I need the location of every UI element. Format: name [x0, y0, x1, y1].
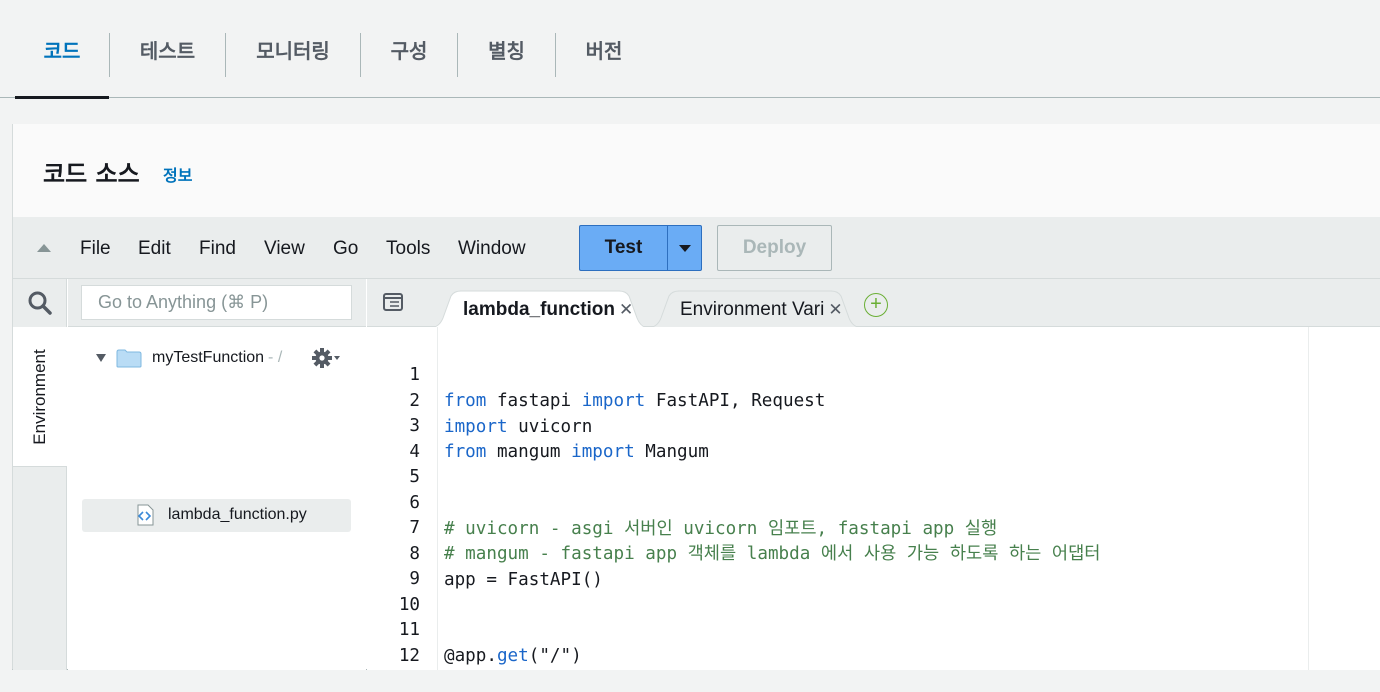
editor-tab-label: Environment Vari: [680, 298, 825, 320]
code-line: 10: [367, 566, 1380, 615]
tab-configuration[interactable]: 구성: [361, 0, 457, 98]
code-line: 12 async def root(request: Request):: [367, 617, 1380, 666]
collapse-up-icon[interactable]: [37, 244, 51, 252]
add-tab-icon[interactable]: +: [864, 293, 888, 317]
code-line: 9: [367, 540, 1380, 589]
tab-monitoring[interactable]: 모니터링: [226, 0, 360, 98]
python-file-icon: [137, 504, 154, 526]
gear-icon[interactable]: [311, 346, 341, 370]
search-button[interactable]: [13, 279, 67, 327]
root-folder-label: myTestFunction: [152, 349, 265, 366]
code-line: 11 @app.get("/"): [367, 591, 1380, 666]
code-line: 8 app = FastAPI(): [367, 515, 1380, 590]
menu-window[interactable]: Window: [458, 238, 526, 260]
tab-aliases[interactable]: 별칭: [458, 0, 555, 98]
close-tab-icon[interactable]: ✕: [619, 300, 633, 320]
menu-go[interactable]: Go: [333, 238, 358, 260]
menu-find[interactable]: Find: [199, 238, 236, 260]
file-label: lambda_function.py: [168, 506, 307, 523]
caret-down-icon: [678, 244, 691, 252]
search-icon: [28, 291, 52, 315]
close-tab-icon[interactable]: ✕: [828, 300, 842, 320]
code-line: 1 from fastapi import FastAPI, Request: [367, 336, 1380, 411]
code-editor[interactable]: 1 from fastapi import FastAPI, Request 2…: [367, 327, 1380, 670]
info-link[interactable]: 정보: [163, 162, 192, 186]
tab-list-icon[interactable]: [383, 293, 403, 311]
left-sidebar-strip: Environment: [13, 279, 67, 670]
editor-tabs: lambda_function ✕ Environment Vari ✕ +: [367, 279, 1380, 328]
code-line: 7 # mangum - fastapi app 객체를 lambda 에서 사…: [367, 489, 1380, 564]
code-line: 5: [367, 438, 1380, 487]
tree-root-folder[interactable]: myTestFunction - /: [96, 345, 282, 371]
code-source-panel: 코드 소스 정보 File Edit Find View Go Tools Wi…: [12, 124, 1380, 670]
menu-tools[interactable]: Tools: [386, 238, 430, 260]
line-number: 13: [367, 668, 420, 670]
menu-file[interactable]: File: [80, 238, 111, 260]
root-folder-path: - /: [268, 349, 283, 366]
tab-versions[interactable]: 버전: [556, 0, 652, 98]
panel-title: 코드 소스: [43, 160, 140, 188]
tab-code[interactable]: 코드: [15, 0, 109, 99]
editor-tab-label: lambda_function: [463, 298, 616, 320]
tree-file-item[interactable]: lambda_function.py: [82, 499, 351, 532]
code-line: 4: [367, 413, 1380, 462]
code-text: async def root(request: Request):: [444, 669, 794, 670]
code-line: 6 # uvicorn - asgi 서버인 uvicorn 임포트, fast…: [367, 464, 1380, 539]
goto-bar: Go to Anything (⌘ P): [68, 279, 366, 327]
menu-view[interactable]: View: [264, 238, 305, 260]
code-line: 2 import uvicorn: [367, 362, 1380, 437]
test-button[interactable]: Test: [579, 225, 667, 271]
goto-anything-input[interactable]: Go to Anything (⌘ P): [81, 285, 352, 320]
expand-triangle-icon[interactable]: [96, 354, 106, 362]
panel-header: 코드 소스 정보: [13, 124, 1380, 218]
editor-tab-environment-variables[interactable]: Environment Vari ✕: [680, 291, 843, 328]
tab-test[interactable]: 테스트: [110, 0, 225, 98]
deploy-button[interactable]: Deploy: [717, 225, 832, 271]
test-dropdown-button[interactable]: [667, 225, 702, 271]
code-line: 13 headers = dict(request.headers): [367, 642, 1380, 668]
menu-edit[interactable]: Edit: [138, 238, 171, 260]
environment-tab-label: Environment: [30, 349, 49, 445]
ide-menubar: File Edit Find View Go Tools Window Test…: [13, 218, 1380, 279]
code-line: 3 from mangum import Mangum: [367, 387, 1380, 462]
file-tree: Go to Anything (⌘ P) myTestFunction - /: [68, 279, 366, 670]
top-tabs: 코드 테스트 모니터링 구성 별칭 버전: [0, 0, 1380, 99]
environment-tab[interactable]: Environment: [13, 327, 67, 467]
editor-tab-lambda-function[interactable]: lambda_function ✕: [463, 291, 633, 328]
folder-icon: [116, 349, 142, 367]
